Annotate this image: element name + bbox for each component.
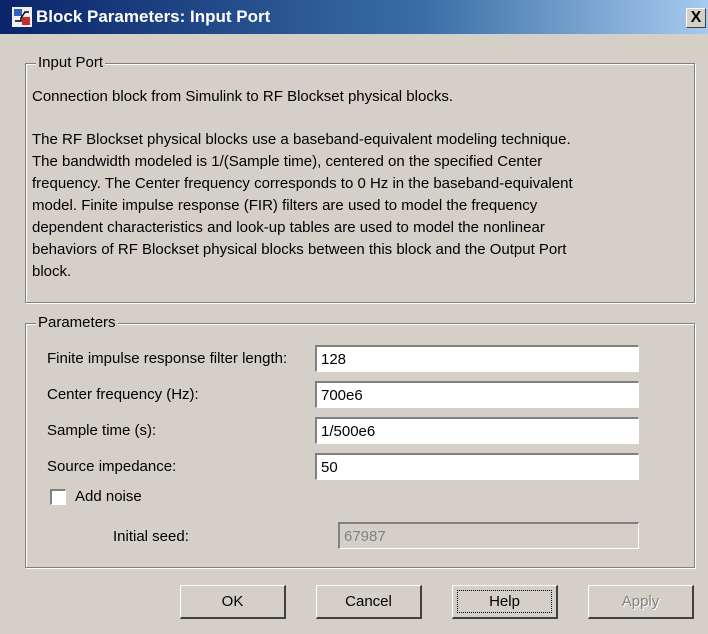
description-line: dependent characteristics and look-up ta… [32, 219, 545, 236]
apply-button[interactable]: Apply [588, 585, 694, 619]
window-title: Block Parameters: Input Port [36, 7, 271, 26]
cancel-button-label: Cancel [345, 593, 392, 610]
initial-seed-label: Initial seed: [113, 528, 189, 545]
source-impedance-label: Source impedance: [47, 458, 177, 475]
help-button[interactable]: Help [452, 585, 558, 619]
sample-time-label: Sample time (s): [47, 422, 157, 439]
close-button[interactable]: X [686, 8, 706, 28]
description-line: The RF Blockset physical blocks use a ba… [32, 131, 571, 148]
fir-length-input[interactable] [315, 345, 639, 372]
cancel-button[interactable]: Cancel [316, 585, 422, 619]
description-line: The bandwidth modeled is 1/(Sample time)… [32, 153, 543, 170]
fir-length-label: Finite impulse response filter length: [47, 350, 288, 367]
title-bar[interactable]: Block Parameters: Input Port X [0, 0, 708, 34]
parameters-group-label: Parameters [36, 314, 118, 331]
initial-seed-input [338, 522, 639, 549]
description-detail: The RF Blockset physical blocks use a ba… [32, 129, 692, 283]
source-impedance-input[interactable] [315, 453, 639, 480]
focus-ring [457, 590, 552, 613]
center-frequency-label: Center frequency (Hz): [47, 386, 199, 403]
apply-button-label: Apply [621, 593, 660, 610]
sample-time-input[interactable] [315, 417, 639, 444]
simulink-block-icon [12, 7, 32, 27]
center-frequency-input[interactable] [315, 381, 639, 408]
description-summary: Connection block from Simulink to RF Blo… [32, 88, 453, 105]
description-line: behaviors of RF Blockset physical blocks… [32, 241, 567, 258]
description-line: model. Finite impulse response (FIR) fil… [32, 197, 538, 214]
close-icon: X [690, 9, 702, 26]
ok-button[interactable]: OK [180, 585, 286, 619]
add-noise-label[interactable]: Add noise [75, 488, 142, 505]
description-line: frequency. The Center frequency correspo… [32, 175, 573, 192]
ok-button-label: OK [221, 593, 244, 610]
description-line: block. [32, 263, 72, 280]
input-port-group-label: Input Port [36, 54, 106, 71]
add-noise-checkbox[interactable] [50, 489, 66, 505]
